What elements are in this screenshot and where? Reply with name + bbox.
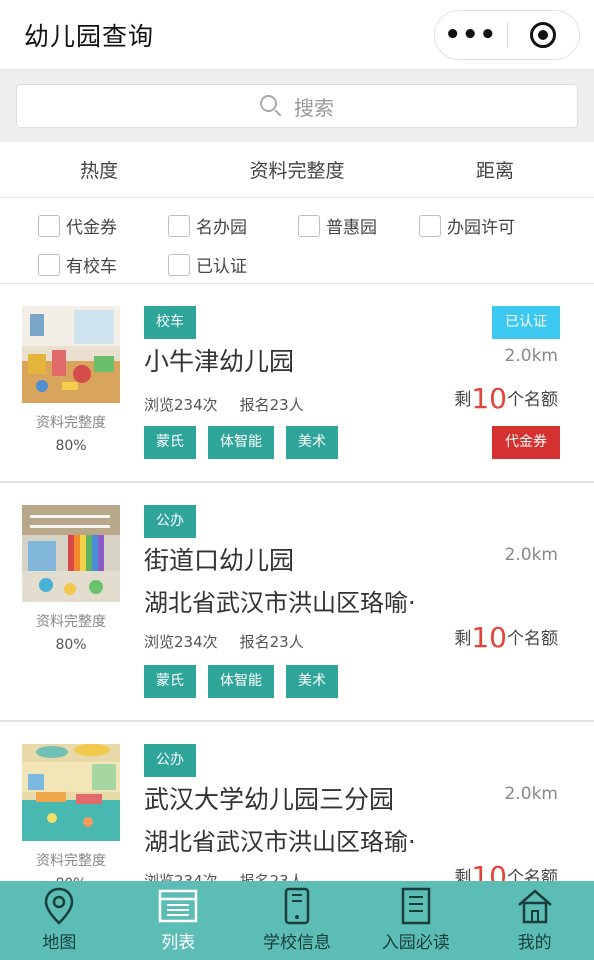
phone-icon [284,886,310,926]
verified-badge: 已认证 [492,306,560,339]
classroom-photo [22,744,120,841]
checkbox-icon [38,253,60,276]
sort-bar: 热度 资料完整度 距离 [0,142,594,198]
type-tag: 公办 [144,744,196,777]
remaining-quota: 剩10个名额 [454,382,558,415]
feature-tag: 蒙氏 [144,665,196,698]
kindergarten-address: 湖北省武汉市洪山区珞喻· [144,589,416,617]
feature-tag: 美术 [286,426,338,459]
filter-school-bus[interactable]: 有校车 [38,252,168,277]
kindergarten-card[interactable]: 资料完整度 80% 校车 小牛津幼儿园 浏览234次 报名23人 蒙氏 体智能 美… [0,284,594,483]
mini-program-capsule: ••• [434,9,580,60]
checkbox-icon [298,214,320,237]
feature-tag: 美术 [286,665,338,698]
filter-license[interactable]: 办园许可 [419,213,515,238]
distance: 2.0km [504,346,558,366]
filter-inclusive[interactable]: 普惠园 [298,213,419,238]
classroom-photo [22,306,120,403]
completeness-info: 资料完整度 80% [36,415,106,454]
signups-count: 报名23人 [239,633,304,651]
kindergarten-list: 资料完整度 80% 校车 小牛津幼儿园 浏览234次 报名23人 蒙氏 体智能 美… [0,284,594,960]
checkbox-icon [168,253,190,276]
feature-tag: 蒙氏 [144,426,196,459]
title-bar: 幼儿园查询 ••• [0,0,594,70]
feature-tag: 体智能 [208,426,274,459]
checkbox-icon [419,214,441,237]
search-placeholder: 搜索 [294,95,334,120]
kindergarten-name: 小牛津幼儿园 [144,347,295,376]
target-icon [530,21,557,48]
classroom-photo [22,505,120,602]
search-bar: 搜索 [0,70,594,142]
document-icon [400,886,432,926]
checkbox-icon [38,214,60,237]
bottom-tab-bar: 地图 列表 学校信息 入园必读 我的 [0,881,594,960]
feature-tags: 蒙氏 体智能 美术 [144,665,338,698]
views-count: 浏览234次 [144,396,218,414]
feature-tag: 体智能 [208,665,274,698]
tab-school-info[interactable]: 学校信息 [238,881,357,960]
tab-admission-guide[interactable]: 入园必读 [356,881,475,960]
signups-count: 报名23人 [239,396,304,414]
kindergarten-address: 湖北省武汉市洪山区珞瑜· [144,828,416,856]
feature-tags: 蒙氏 体智能 美术 [144,426,338,459]
list-icon [158,886,198,926]
sort-distance[interactable]: 距离 [396,156,594,183]
map-pin-icon [43,886,75,926]
distance: 2.0km [504,545,558,565]
distance: 2.0km [504,784,558,804]
remaining-quota: 剩10个名额 [454,621,558,654]
tab-list[interactable]: 列表 [119,881,238,960]
tab-map[interactable]: 地图 [0,881,119,960]
voucher-badge: 代金券 [492,426,560,459]
home-icon [516,886,554,926]
kindergarten-name: 武汉大学幼儿园三分园 [144,785,395,814]
kindergarten-name: 街道口幼儿园 [144,546,295,575]
search-input[interactable]: 搜索 [16,84,578,128]
more-menu-button[interactable]: ••• [435,10,507,60]
filter-verified[interactable]: 已认证 [168,252,298,277]
stats: 浏览234次 报名23人 [144,394,304,415]
close-mini-program-button[interactable] [508,21,580,48]
kindergarten-card[interactable]: 资料完整度 80% 公办 街道口幼儿园 湖北省武汉市洪山区珞喻· 浏览234次 报… [0,483,594,722]
completeness-info: 资料完整度 80% [36,614,106,653]
type-tag: 公办 [144,505,196,538]
filter-voucher[interactable]: 代金券 [38,213,168,238]
sort-completeness[interactable]: 资料完整度 [198,156,396,183]
views-count: 浏览234次 [144,633,218,651]
search-icon [260,95,282,117]
page-title: 幼儿园查询 [24,21,155,51]
filter-famous[interactable]: 名办园 [168,213,298,238]
type-tag: 校车 [144,306,196,339]
sort-popularity[interactable]: 热度 [0,156,198,183]
filter-panel: 代金券 名办园 普惠园 办园许可 有校车 已认证 [0,198,594,284]
tab-me[interactable]: 我的 [475,881,594,960]
checkbox-icon [168,214,190,237]
stats: 浏览234次 报名23人 [144,631,304,652]
